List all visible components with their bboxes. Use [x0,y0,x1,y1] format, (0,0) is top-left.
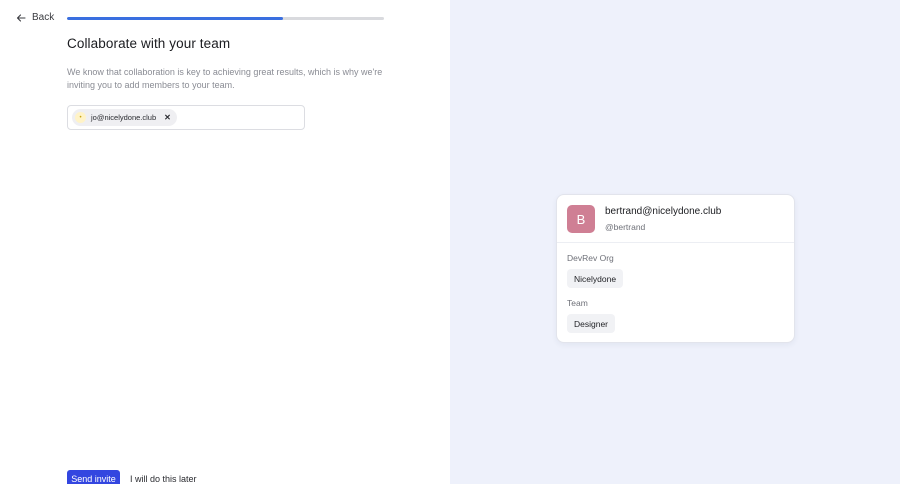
send-invite-button[interactable]: Send invite [67,470,120,484]
remove-chip-icon[interactable]: ✕ [164,113,171,122]
chip-avatar: • [75,112,86,123]
invite-input[interactable]: • jo@nicelydone.club ✕ [67,105,305,130]
arrow-left-icon [16,13,26,22]
org-badge: Nicelydone [567,269,624,288]
chip-email: jo@nicelydone.club [91,113,157,122]
team-badge: Designer [567,314,616,333]
profile-handle: @bertrand [605,222,646,232]
back-button[interactable]: Back [16,12,54,23]
page-description: We know that collaboration is key to ach… [67,67,383,90]
skip-link[interactable]: I will do this later [130,474,197,484]
profile-email: bertrand@nicelydone.club [605,206,722,217]
org-label: DevRev Org [567,253,614,263]
page-title: Collaborate with your team [67,36,231,51]
back-label: Back [32,12,55,23]
progress-fill [67,17,283,20]
team-label: Team [567,298,588,308]
progress-bar [67,17,384,20]
profile-card-header: B bertrand@nicelydone.club @bertrand [557,195,794,243]
avatar: B [567,205,595,233]
profile-card: B bertrand@nicelydone.club @bertrand Dev… [556,194,795,343]
email-chip: • jo@nicelydone.club ✕ [72,109,177,126]
left-panel: Back Collaborate with your team We know … [0,0,450,484]
